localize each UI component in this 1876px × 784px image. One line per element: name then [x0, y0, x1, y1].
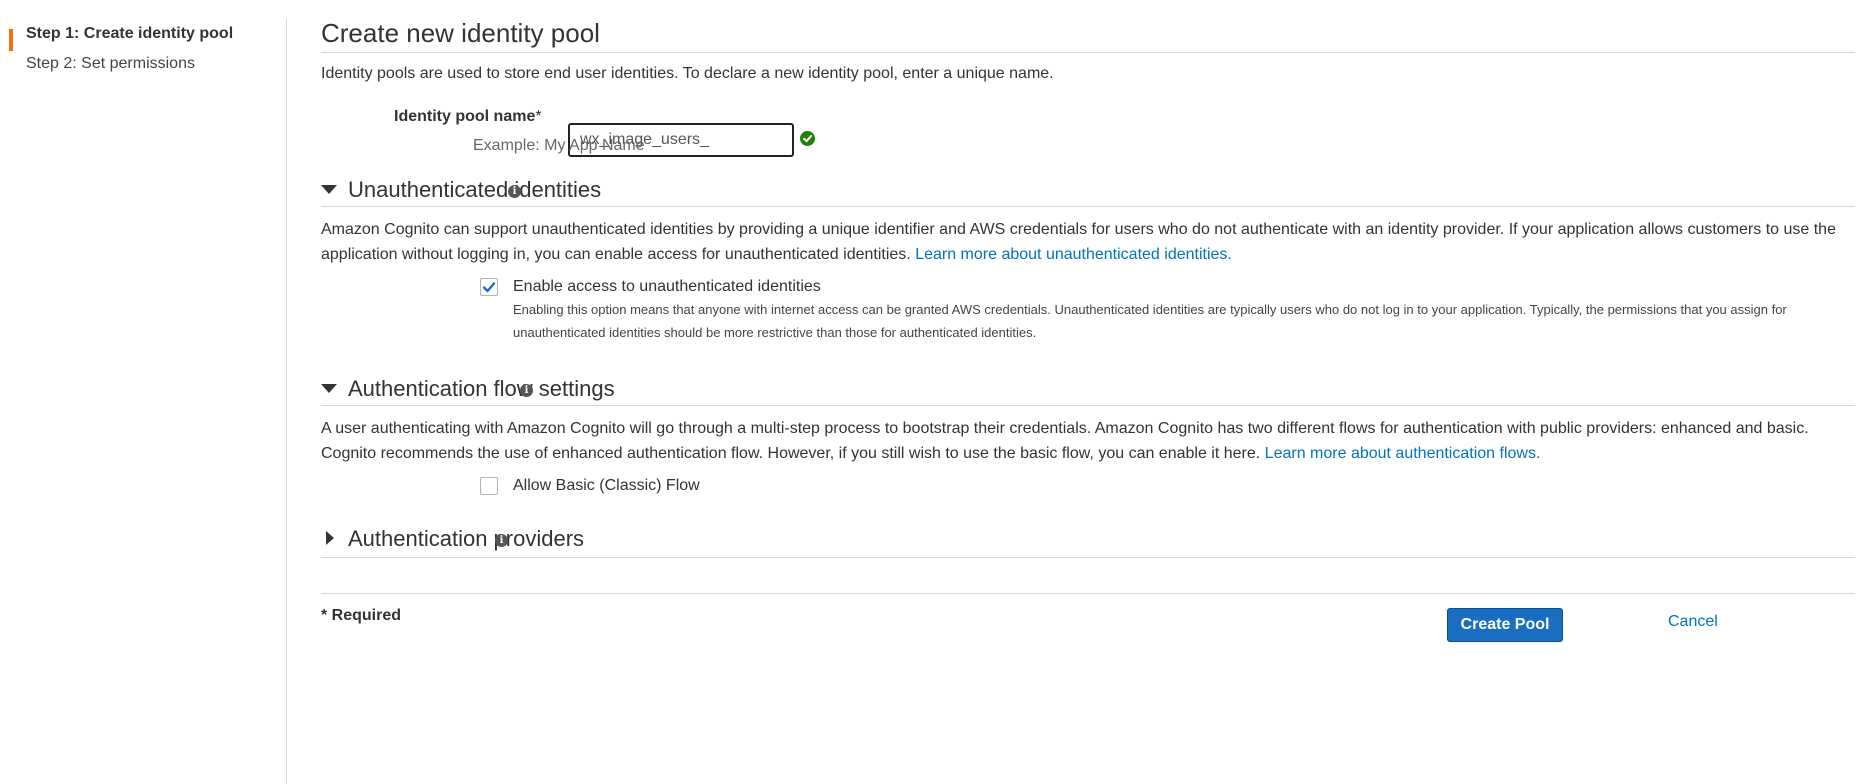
create-identity-pool-form: Create new identity pool Identity pools … [321, 0, 1855, 784]
wizard-steps-sidebar: Step 1: Create identity pool Step 2: Set… [0, 18, 287, 784]
cancel-button[interactable]: Cancel [1668, 613, 1718, 631]
page-intro: Identity pools are used to store end use… [321, 65, 1054, 82]
identity-pool-name-label-text: Identity pool name [394, 108, 536, 125]
unauthenticated-identities-header[interactable]: Unauthenticated identities [348, 177, 601, 203]
step-1-create-identity-pool[interactable]: Step 1: Create identity pool [26, 25, 233, 43]
unauthenticated-identities-description: Amazon Cognito can support unauthenticat… [321, 217, 1855, 267]
step-2-set-permissions[interactable]: Step 2: Set permissions [26, 55, 195, 73]
info-icon[interactable]: i [495, 534, 508, 547]
enable-unauthenticated-description: Enabling this option means that anyone w… [513, 302, 1787, 340]
required-note: * Required [321, 607, 402, 624]
caret-down-icon[interactable] [321, 384, 337, 393]
required-asterisk: * [535, 108, 542, 125]
footer-divider [321, 593, 1855, 594]
section-divider [321, 206, 1855, 207]
allow-basic-flow-label[interactable]: Allow Basic (Classic) Flow [513, 477, 700, 495]
page-title: Create new identity pool [321, 18, 600, 48]
caret-right-icon[interactable] [326, 531, 334, 545]
active-step-indicator [9, 29, 13, 51]
learn-more-unauthenticated-link[interactable]: Learn more about unauthenticated identit… [915, 246, 1232, 263]
enable-unauthenticated-label[interactable]: Enable access to unauthenticated identit… [513, 278, 821, 296]
authentication-flow-settings-header[interactable]: Authentication flow settings [348, 376, 615, 402]
authentication-flow-description: A user authenticating with Amazon Cognit… [321, 416, 1855, 466]
checkmark-icon [482, 282, 496, 293]
learn-more-authentication-flows-link[interactable]: Learn more about authentication flows. [1265, 445, 1541, 462]
section-divider [321, 405, 1855, 406]
create-pool-button[interactable]: Create Pool [1447, 608, 1563, 642]
enable-unauthenticated-checkbox[interactable] [480, 278, 498, 296]
identity-pool-name-label: Identity pool name* [394, 108, 542, 126]
authflow-description-text: A user authenticating with Amazon Cognit… [321, 420, 1809, 462]
caret-down-icon[interactable] [321, 185, 337, 194]
info-icon[interactable]: i [508, 185, 521, 198]
authentication-providers-header[interactable]: Authentication providers [348, 526, 584, 552]
title-divider [321, 52, 1855, 53]
check-circle-icon [800, 131, 815, 146]
info-icon[interactable]: i [520, 384, 533, 397]
identity-pool-name-hint: Example: My App Name [473, 137, 645, 154]
allow-basic-flow-checkbox[interactable] [480, 477, 498, 495]
section-divider [321, 557, 1855, 558]
